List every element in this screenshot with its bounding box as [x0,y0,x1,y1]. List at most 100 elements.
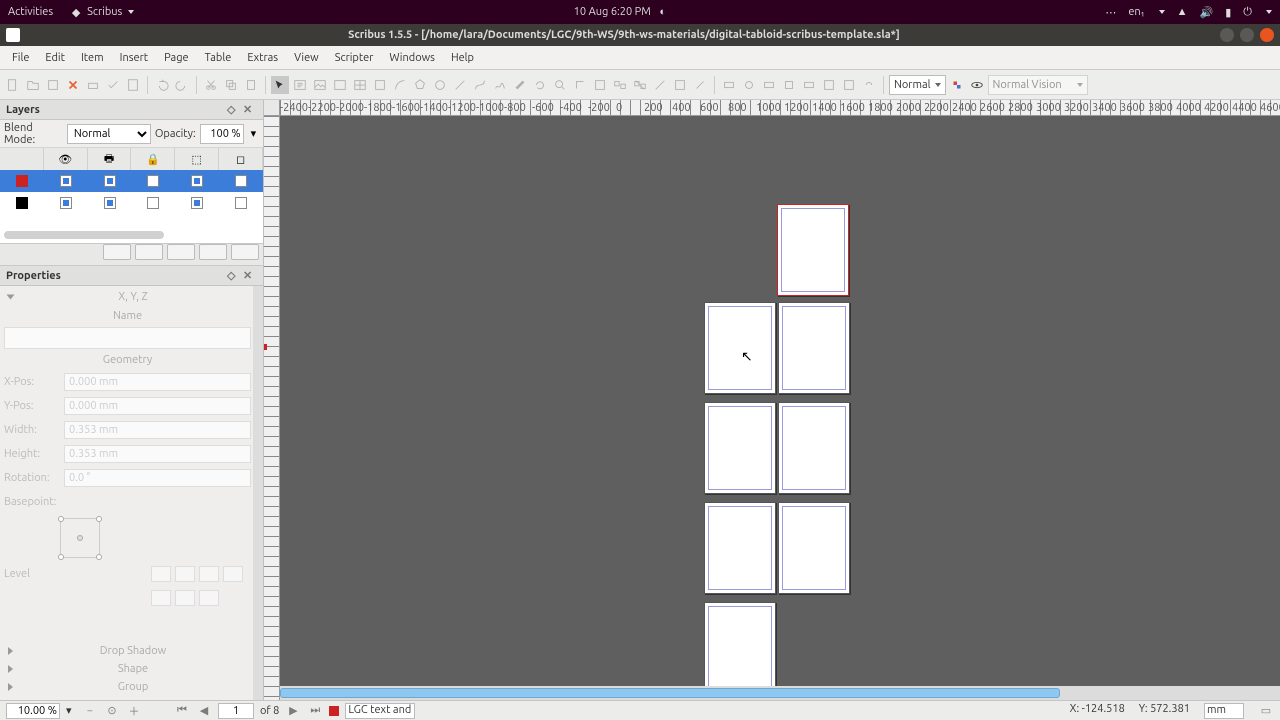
zoom-in-icon[interactable]: ＋ [126,703,142,719]
render-frame-icon[interactable] [331,76,349,94]
last-page-icon[interactable]: ⏭ [307,703,323,719]
shape-section[interactable]: Shape [4,660,251,678]
layer-flow-checkbox[interactable] [191,175,203,187]
layer-duplicate-button[interactable] [167,244,195,260]
freehand-icon[interactable] [491,76,509,94]
pdf-combo-icon[interactable] [800,76,818,94]
tray-icon-1[interactable]: ⋯ [1105,6,1116,19]
copy-props-icon[interactable] [671,76,689,94]
pdf-push-button-icon[interactable] [720,76,738,94]
menu-extras[interactable]: Extras [239,49,286,67]
table-icon[interactable] [351,76,369,94]
rotate-icon[interactable] [531,76,549,94]
zoom-icon[interactable] [551,76,569,94]
level-btn[interactable] [199,590,219,606]
height-input[interactable]: 0.353 mm [64,445,251,463]
eyedropper-icon[interactable] [691,76,709,94]
xpos-input[interactable]: 0.000 mm [64,373,251,391]
layer-outline-checkbox[interactable] [235,197,247,209]
clock[interactable]: 10 Aug 6:20 PM [574,6,651,18]
page-thumbnail[interactable] [704,402,776,494]
shape-icon[interactable] [371,76,389,94]
drop-shadow-section[interactable]: Drop Shadow [4,642,251,660]
image-frame-icon[interactable] [311,76,329,94]
bezier-icon[interactable] [471,76,489,94]
basepoint-selector[interactable] [60,518,100,558]
copy-icon[interactable] [222,76,240,94]
layer-lock-checkbox[interactable] [147,175,159,187]
layer-row[interactable] [0,192,263,214]
layer-print-checkbox[interactable] [104,197,116,209]
keyboard-lang[interactable]: en₁ [1128,6,1144,18]
pdf-checkbox-icon[interactable] [780,76,798,94]
menu-help[interactable]: Help [443,49,482,67]
cut-icon[interactable] [202,76,220,94]
layer-print-checkbox[interactable] [104,175,116,187]
battery-icon[interactable]: ▮ [1225,6,1231,19]
panel-undock-icon[interactable]: ◇ [227,103,241,117]
opacity-input[interactable] [200,124,244,144]
pdf-list-icon[interactable] [820,76,838,94]
ruler-horizontal[interactable]: -2400-2200-2000-1800-1600-1400-1200-1000… [280,100,1280,116]
zoom-out-icon[interactable]: − [82,703,98,719]
calligraphy-icon[interactable] [511,76,529,94]
layer-visible-checkbox[interactable] [60,175,72,187]
save-icon[interactable] [44,76,62,94]
zoom-reset-icon[interactable]: ⊙ [104,703,120,719]
menu-file[interactable]: File [4,49,37,67]
menu-insert[interactable]: Insert [112,49,156,67]
page-thumbnail[interactable] [704,502,776,594]
close-button[interactable] [1260,28,1274,42]
level-btn[interactable] [223,566,243,582]
document-canvas[interactable]: ↖ [280,116,1280,684]
edit-text-icon[interactable] [571,76,589,94]
page-thumbnail[interactable] [704,302,776,394]
level-btn[interactable] [199,566,219,582]
redo-icon[interactable] [173,76,191,94]
next-page-icon[interactable]: ▶ [285,703,301,719]
prev-page-icon[interactable]: ◀ [196,703,212,719]
rotation-input[interactable]: 0.0 ° [64,469,251,487]
undo-icon[interactable] [153,76,171,94]
page-thumbnail[interactable] [777,204,849,296]
page-thumbnail[interactable] [778,502,850,594]
pdf-text-icon[interactable] [760,76,778,94]
layer-lock-checkbox[interactable] [147,197,159,209]
level-btn[interactable] [175,590,195,606]
eye-icon[interactable] [968,76,986,94]
opacity-spinner[interactable]: ▾ [248,127,259,140]
active-layer-select[interactable]: LGC text and in [345,703,415,719]
measure-icon[interactable] [651,76,669,94]
pdf-icon[interactable] [124,76,142,94]
link-frames-icon[interactable] [611,76,629,94]
menu-edit[interactable]: Edit [37,49,73,67]
panel-undock-icon[interactable]: ◇ [227,269,241,283]
name-input[interactable] [4,327,251,349]
menu-windows[interactable]: Windows [381,49,443,67]
line-icon[interactable] [451,76,469,94]
new-icon[interactable] [4,76,22,94]
network-icon[interactable]: ▲ [1177,6,1188,18]
menu-page[interactable]: Page [156,49,197,67]
layer-up-button[interactable] [199,244,227,260]
pdf-radio-icon[interactable] [740,76,758,94]
select-tool-icon[interactable] [271,76,289,94]
zoom-spinner[interactable]: ▾ [66,704,76,717]
text-frame-icon[interactable] [291,76,309,94]
spiral-icon[interactable] [431,76,449,94]
panel-close-icon[interactable]: ✕ [243,103,257,117]
menu-scripter[interactable]: Scripter [327,49,382,67]
maximize-button[interactable] [1240,28,1254,42]
panel-close-icon[interactable]: ✕ [243,269,257,283]
width-input[interactable]: 0.353 mm [64,421,251,439]
paste-icon[interactable] [242,76,260,94]
open-icon[interactable] [24,76,42,94]
zoom-input[interactable] [6,703,60,719]
layer-flow-checkbox[interactable] [191,197,203,209]
first-page-icon[interactable]: ⏮ [174,703,190,719]
page-thumbnail[interactable] [704,602,776,694]
app-menu[interactable]: ◆ Scribus [69,5,134,19]
level-btn[interactable] [175,566,195,582]
level-btn[interactable] [151,566,171,582]
ypos-input[interactable]: 0.000 mm [64,397,251,415]
